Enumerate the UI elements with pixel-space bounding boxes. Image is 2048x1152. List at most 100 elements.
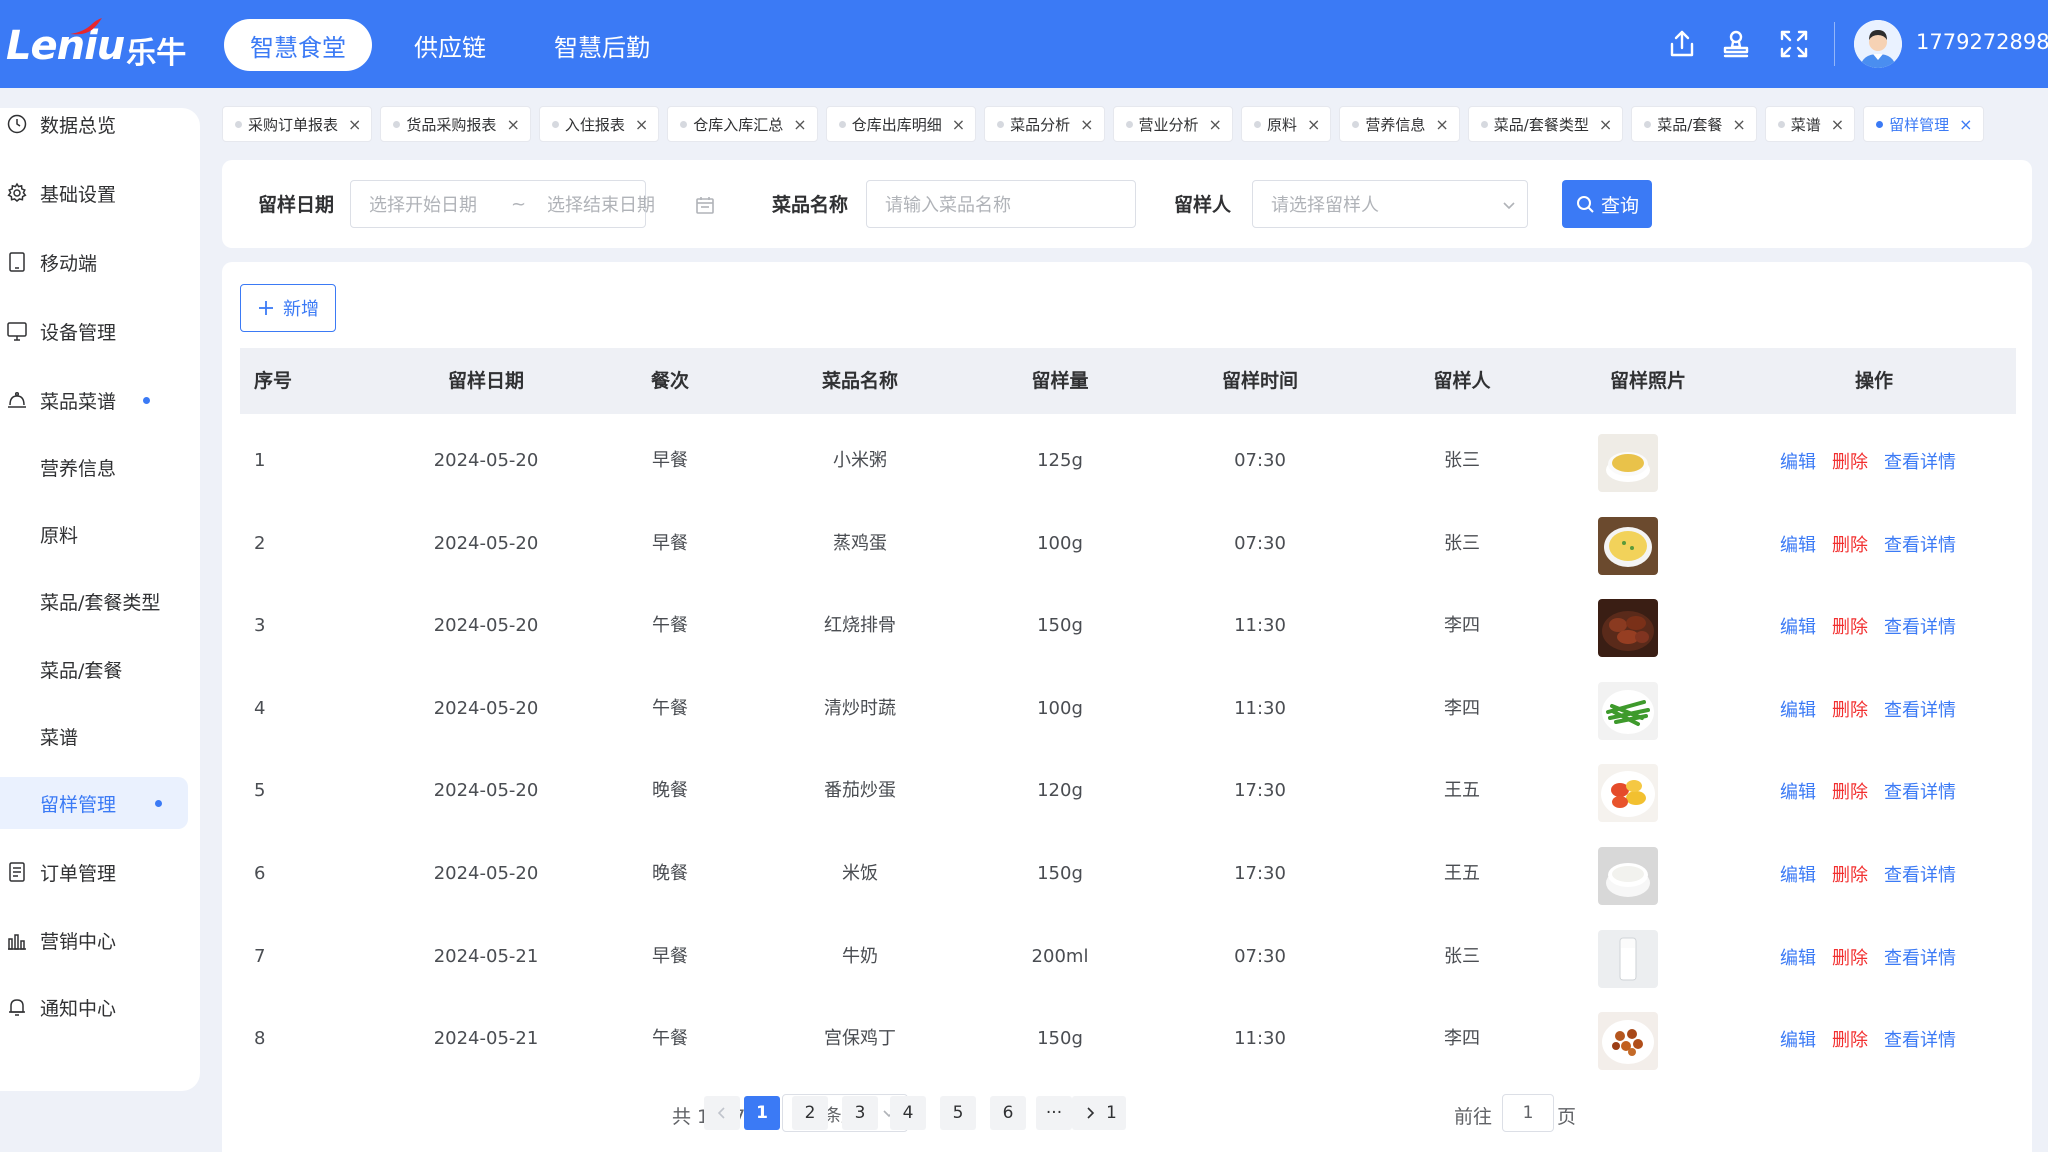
delete-link[interactable]: 删除: [1832, 531, 1868, 557]
close-icon[interactable]: ×: [635, 115, 648, 134]
tag-tab-4[interactable]: 仓库出库明细 ×: [825, 106, 977, 142]
delete-link[interactable]: 删除: [1832, 1026, 1868, 1052]
column-header-7: 留样照片: [1609, 370, 1686, 392]
edit-link[interactable]: 编辑: [1780, 448, 1816, 474]
page-button-6[interactable]: 6: [990, 1096, 1026, 1130]
page-button-4[interactable]: 4: [890, 1096, 926, 1130]
view-details-link[interactable]: 查看详情: [1884, 778, 1956, 804]
tag-tab-8[interactable]: 营养信息 ×: [1339, 106, 1460, 142]
edit-link[interactable]: 编辑: [1780, 944, 1816, 970]
sidebar-item-10[interactable]: 留样管理: [0, 777, 188, 829]
edit-link[interactable]: 编辑: [1780, 778, 1816, 804]
add-button[interactable]: 新增: [240, 284, 336, 332]
sidebar: 数据总览 基础设置 移动端 设备管理 菜品菜谱 营养信息 原料 菜品/套餐类型 菜品/套餐 菜谱留…: [0, 108, 200, 1091]
view-details-link[interactable]: 查看详情: [1884, 861, 1956, 887]
sidebar-item-11[interactable]: 订单管理: [0, 846, 200, 898]
tag-tab-7[interactable]: 原料 ×: [1240, 106, 1332, 142]
view-details-link[interactable]: 查看详情: [1884, 696, 1956, 722]
close-icon[interactable]: ×: [793, 115, 806, 134]
sidebar-item-4[interactable]: 菜品菜谱: [0, 374, 200, 426]
edit-link[interactable]: 编辑: [1780, 1026, 1816, 1052]
sidebar-item-9[interactable]: 菜谱: [0, 710, 200, 762]
sidebar-item-0[interactable]: 数据总览: [0, 98, 200, 150]
delete-link[interactable]: 删除: [1832, 696, 1868, 722]
goto-page-input[interactable]: 1: [1502, 1094, 1554, 1132]
sample-photo[interactable]: [1598, 929, 1658, 988]
nav-tab-2[interactable]: 智慧后勤: [528, 19, 676, 71]
tag-tab-9[interactable]: 菜品/套餐类型 ×: [1467, 106, 1624, 142]
end-date-placeholder[interactable]: 选择结束日期: [547, 191, 655, 217]
view-details-link[interactable]: 查看详情: [1884, 531, 1956, 557]
delete-link[interactable]: 删除: [1832, 861, 1868, 887]
view-details-link[interactable]: 查看详情: [1884, 944, 1956, 970]
close-icon[interactable]: ×: [1732, 115, 1745, 134]
view-details-link[interactable]: 查看详情: [1884, 613, 1956, 639]
sample-photo[interactable]: [1598, 516, 1658, 575]
sample-photo[interactable]: [1598, 434, 1658, 492]
sidebar-item-13[interactable]: 通知中心: [0, 981, 200, 1033]
sample-photo[interactable]: [1598, 847, 1658, 905]
tag-tab-0[interactable]: 采购订单报表 ×: [222, 106, 373, 142]
fullscreen-icon[interactable]: [1776, 26, 1812, 62]
close-icon[interactable]: ×: [1307, 115, 1320, 134]
edit-link[interactable]: 编辑: [1780, 861, 1816, 887]
sample-photo[interactable]: [1598, 599, 1658, 658]
query-button[interactable]: 查询: [1562, 180, 1652, 228]
sidebar-item-8[interactable]: 菜品/套餐: [0, 643, 200, 695]
sidebar-item-12[interactable]: 营销中心: [0, 914, 200, 966]
edit-link[interactable]: 编辑: [1780, 613, 1816, 639]
nav-tab-0[interactable]: 智慧食堂: [224, 19, 372, 71]
page-button-3[interactable]: 3: [842, 1096, 878, 1130]
search-panel: 留样日期 选择开始日期 ~ 选择结束日期 菜品名称 请输入菜品名称 留样人 请选…: [222, 160, 2032, 248]
page-button-2[interactable]: 2: [792, 1096, 828, 1130]
delete-link[interactable]: 删除: [1832, 778, 1868, 804]
edit-link[interactable]: 编辑: [1780, 531, 1816, 557]
avatar[interactable]: [1854, 20, 1902, 68]
tag-tab-12[interactable]: 留样管理 ×: [1863, 106, 1984, 142]
delete-link[interactable]: 删除: [1832, 448, 1868, 474]
export-icon[interactable]: [1664, 26, 1700, 62]
delete-link[interactable]: 删除: [1832, 613, 1868, 639]
user-stamp-icon[interactable]: [1718, 26, 1754, 62]
tag-tab-11[interactable]: 菜谱 ×: [1764, 106, 1856, 142]
sample-photo[interactable]: [1598, 1012, 1658, 1071]
sidebar-item-7[interactable]: 菜品/套餐类型: [0, 575, 200, 627]
close-icon[interactable]: ×: [1435, 115, 1448, 134]
date-range-picker[interactable]: 选择开始日期 ~ 选择结束日期: [350, 180, 714, 228]
close-icon[interactable]: ×: [506, 115, 519, 134]
sampler-select[interactable]: 请选择留样人: [1252, 180, 1528, 228]
sample-photo[interactable]: [1598, 681, 1658, 740]
sidebar-item-6[interactable]: 原料: [0, 508, 200, 560]
next-page-button[interactable]: [1072, 1096, 1108, 1130]
nav-tab-1[interactable]: 供应链: [388, 19, 512, 71]
page-button-1[interactable]: 1: [744, 1096, 780, 1130]
tag-tab-2[interactable]: 入住报表 ×: [538, 106, 660, 142]
prev-page-button[interactable]: [704, 1096, 740, 1130]
page-ellipsis[interactable]: ···: [1036, 1096, 1072, 1130]
sidebar-item-2[interactable]: 移动端: [0, 236, 200, 288]
tag-tab-6[interactable]: 营业分析 ×: [1112, 106, 1233, 142]
edit-link[interactable]: 编辑: [1780, 696, 1816, 722]
sample-photo[interactable]: [1598, 764, 1658, 823]
view-details-link[interactable]: 查看详情: [1884, 1026, 1956, 1052]
sidebar-item-3[interactable]: 设备管理: [0, 305, 200, 357]
close-icon[interactable]: ×: [1209, 115, 1222, 134]
close-icon[interactable]: ×: [1080, 115, 1093, 134]
tag-tab-1[interactable]: 货品采购报表 ×: [380, 106, 531, 142]
page-button-5[interactable]: 5: [940, 1096, 976, 1130]
close-icon[interactable]: ×: [1959, 115, 1972, 134]
close-icon[interactable]: ×: [1831, 115, 1844, 134]
close-icon[interactable]: ×: [952, 115, 965, 134]
close-icon[interactable]: ×: [348, 115, 361, 134]
view-details-link[interactable]: 查看详情: [1884, 448, 1956, 474]
start-date-placeholder[interactable]: 选择开始日期: [369, 191, 477, 217]
username[interactable]: 17792728987: [1916, 30, 2048, 54]
sidebar-item-5[interactable]: 营养信息: [0, 441, 200, 493]
tag-tab-5[interactable]: 菜品分析 ×: [984, 106, 1105, 142]
dish-name-input[interactable]: 请输入菜品名称: [866, 180, 1136, 228]
sidebar-item-1[interactable]: 基础设置: [0, 167, 200, 219]
tag-tab-3[interactable]: 仓库入库汇总 ×: [667, 106, 818, 142]
tag-tab-10[interactable]: 菜品/套餐 ×: [1631, 106, 1757, 142]
delete-link[interactable]: 删除: [1832, 944, 1868, 970]
close-icon[interactable]: ×: [1599, 115, 1612, 134]
